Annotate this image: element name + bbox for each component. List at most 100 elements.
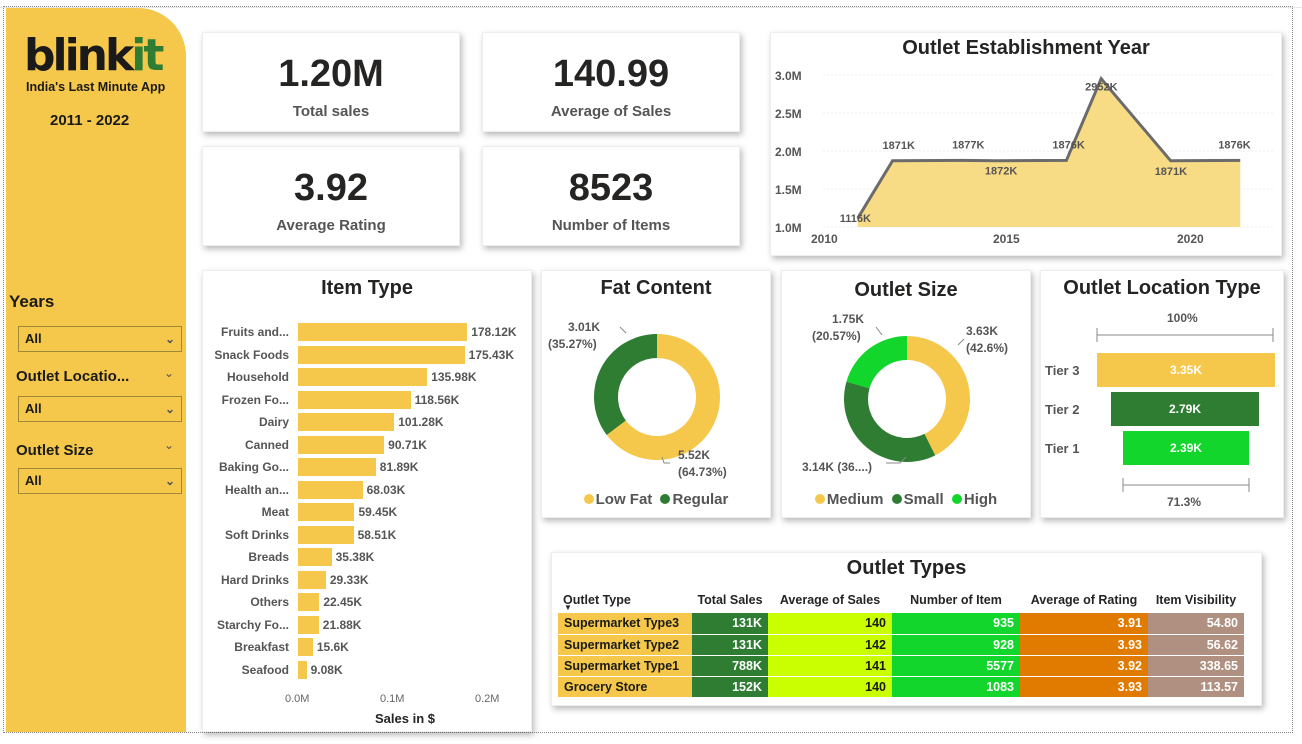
bar[interactable] bbox=[298, 368, 428, 386]
bar-row[interactable]: Snack Foods 175.43K bbox=[203, 345, 533, 364]
years-dropdown[interactable]: All ⌄ bbox=[18, 326, 182, 352]
bar[interactable] bbox=[298, 323, 468, 341]
outlet-location-filter-title: Outlet Locatio... bbox=[16, 368, 130, 385]
lowfat-pct-label: (64.73%) bbox=[678, 465, 727, 479]
data-label: 1116K bbox=[840, 213, 871, 225]
item-type-card[interactable]: Item Type Fruits and... 178.12K Snack Food… bbox=[202, 270, 532, 732]
bar[interactable] bbox=[298, 390, 411, 409]
bar[interactable] bbox=[298, 503, 355, 521]
fat-content-card[interactable]: Fat Content 3.01K (35.27%) 5.52K (64.73%… bbox=[541, 270, 771, 518]
column-header[interactable]: Number of Item bbox=[892, 587, 1020, 613]
table-cell: 141 bbox=[768, 655, 892, 677]
bar-row[interactable]: Frozen Fo... 118.56K bbox=[203, 390, 533, 409]
kpi-value: 3.92 bbox=[294, 167, 368, 209]
chevron-down-icon: ⌄ bbox=[164, 332, 175, 346]
bar-value-label: 9.08K bbox=[310, 662, 343, 677]
bar-row[interactable]: Meat 59.45K bbox=[203, 503, 533, 521]
chevron-down-icon[interactable]: ⌄ bbox=[164, 366, 174, 380]
x-tick: 0.2M bbox=[475, 693, 500, 705]
legend-item[interactable]: Low Fat bbox=[596, 491, 653, 508]
bar[interactable] bbox=[298, 548, 332, 566]
legend-item[interactable]: Small bbox=[904, 491, 944, 508]
kpi-value: 1.20M bbox=[278, 53, 384, 95]
legend-item[interactable]: Regular bbox=[672, 491, 728, 508]
column-header[interactable]: Item Visibility bbox=[1148, 587, 1244, 613]
bar-row[interactable]: Household 135.98K bbox=[203, 368, 533, 386]
bar-label: Household bbox=[227, 370, 289, 384]
bar-row[interactable]: Breads 35.38K bbox=[203, 548, 533, 566]
x-axis-label: Sales in $ bbox=[375, 711, 435, 726]
location-type-card[interactable]: Outlet Location Type 100% Tier 3 3.35K T… bbox=[1040, 270, 1284, 518]
kpi-label: Average Rating bbox=[276, 217, 386, 234]
bar-value-label: 59.45K bbox=[358, 505, 398, 519]
bar[interactable] bbox=[298, 638, 313, 656]
bar[interactable] bbox=[298, 435, 385, 454]
table-row[interactable]: Supermarket Type2 131K 142 928 3.93 56.6… bbox=[558, 634, 1244, 656]
legend-item[interactable]: Medium bbox=[827, 491, 884, 508]
bar-row[interactable]: Health an... 68.03K bbox=[203, 480, 533, 499]
bar[interactable] bbox=[298, 480, 363, 499]
bar-row[interactable]: Breakfast 15.6K bbox=[203, 638, 533, 656]
bar-row[interactable]: Dairy 101.28K bbox=[203, 413, 533, 431]
table-cell: Supermarket Type2 bbox=[558, 634, 692, 656]
bar[interactable] bbox=[298, 413, 395, 431]
bar-row[interactable]: Hard Drinks 29.33K bbox=[203, 570, 533, 589]
bar-row[interactable]: Starchy Fo... 21.88K bbox=[203, 615, 533, 634]
x-tick: 0.1M bbox=[380, 693, 405, 705]
funnel-bar-tier2[interactable]: 2.79K bbox=[1111, 392, 1259, 426]
table-cell: 338.65 bbox=[1148, 655, 1244, 677]
legend-dot bbox=[814, 494, 825, 504]
bar[interactable] bbox=[298, 458, 376, 476]
bar-label: Soft Drinks bbox=[224, 527, 289, 542]
item-type-bars: Fruits and... 178.12K Snack Foods 175.43K Ho… bbox=[203, 323, 533, 683]
bar[interactable] bbox=[298, 570, 326, 589]
bar-row[interactable]: Canned 90.71K bbox=[203, 435, 533, 454]
outlet-location-dropdown[interactable]: All ⌄ bbox=[18, 396, 182, 422]
column-header[interactable]: Average of Rating bbox=[1020, 587, 1148, 613]
funnel-bar-tier1[interactable]: 2.39K bbox=[1123, 431, 1249, 465]
y-tick: 1.0M bbox=[775, 221, 802, 235]
bar-row[interactable]: Others 22.45K bbox=[203, 593, 533, 611]
bar[interactable] bbox=[298, 593, 320, 611]
column-header[interactable]: Total Sales bbox=[692, 587, 768, 613]
table-row[interactable]: Grocery Store 152K 140 1083 3.93 113.57 bbox=[558, 676, 1244, 698]
bar-value-label: 135.98K bbox=[431, 370, 477, 384]
table-row[interactable]: Supermarket Type3 131K 140 935 3.91 54.8… bbox=[558, 613, 1244, 635]
table-cell: 935 bbox=[892, 613, 1020, 635]
bar-row[interactable]: Fruits and... 178.12K bbox=[203, 323, 533, 341]
bar[interactable] bbox=[298, 660, 307, 679]
bar-row[interactable]: Baking Go... 81.89K bbox=[203, 458, 533, 476]
outlet-size-card[interactable]: Outlet Size 1.75K (20.57%) 3.63K (42.6%)… bbox=[781, 270, 1031, 518]
bar-row[interactable]: Seafood 9.08K bbox=[203, 660, 533, 679]
sort-desc-icon[interactable]: ▼ bbox=[564, 603, 572, 612]
table-row[interactable]: Supermarket Type1 788K 141 5577 3.92 338… bbox=[558, 655, 1244, 677]
lowfat-value-label: 5.52K bbox=[678, 448, 711, 462]
table-cell: 131K bbox=[692, 613, 768, 635]
donut-slice[interactable] bbox=[594, 334, 657, 435]
data-label: 1876K bbox=[1218, 139, 1250, 151]
bar[interactable] bbox=[298, 525, 354, 544]
area-fill bbox=[857, 78, 1241, 227]
y-tick: 2.5M bbox=[775, 107, 802, 121]
table-cell: 131K bbox=[692, 634, 768, 656]
column-header[interactable]: Outlet Type bbox=[558, 587, 692, 613]
regular-value-label: 3.01K bbox=[568, 320, 601, 334]
column-header[interactable]: Average of Sales bbox=[768, 587, 892, 613]
table-cell: 140 bbox=[768, 676, 892, 698]
outlet-size-legend: Medium Small High bbox=[782, 491, 1030, 508]
bar-row[interactable]: Soft Drinks 58.51K bbox=[203, 525, 533, 544]
bar[interactable] bbox=[298, 615, 319, 634]
kpi-average-sales: 140.99 Average of Sales bbox=[482, 32, 740, 132]
chevron-down-icon[interactable]: ⌄ bbox=[164, 438, 174, 452]
donut-slice[interactable] bbox=[844, 381, 936, 462]
funnel-bar-tier3[interactable]: 3.35K bbox=[1097, 353, 1275, 387]
legend-item[interactable]: High bbox=[964, 491, 997, 508]
bar[interactable] bbox=[298, 345, 465, 364]
kpi-label: Number of Items bbox=[551, 217, 671, 234]
table-cell: 54.80 bbox=[1148, 613, 1244, 635]
outlet-size-dropdown[interactable]: All ⌄ bbox=[18, 468, 182, 494]
establishment-chart-card[interactable]: Outlet Establishment Year 3.0M 2.5M 2.0M… bbox=[770, 32, 1282, 256]
outlet-types-card[interactable]: Outlet Types Outlet Type Total Sales Ave… bbox=[551, 552, 1262, 706]
high-pct-label: (20.57%) bbox=[812, 329, 861, 343]
bar-value-label: 58.51K bbox=[357, 527, 397, 542]
